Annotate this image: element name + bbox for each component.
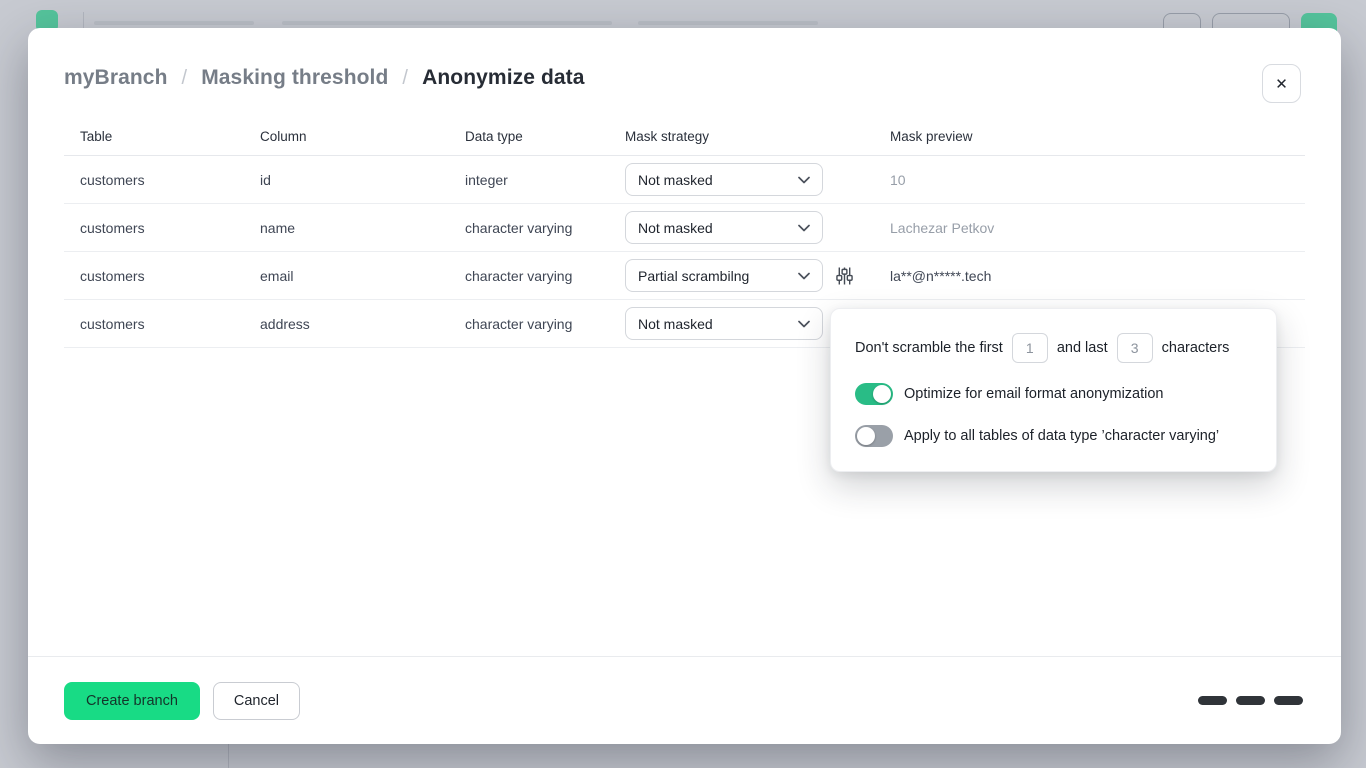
scramble-label-end: characters: [1162, 340, 1230, 356]
toggle-switch[interactable]: [855, 383, 893, 405]
cell-table: customers: [64, 316, 260, 332]
toggle-row: Apply to all tables of data type ’charac…: [855, 425, 1252, 447]
cell-column: name: [260, 220, 465, 236]
toggle-label: Optimize for email format anonymization: [904, 386, 1164, 402]
scramble-label-middle: and last: [1057, 340, 1108, 356]
mask-settings-icon[interactable]: [836, 266, 853, 286]
table-row: customers email character varying Partia…: [64, 252, 1305, 300]
topbar-divider: [83, 12, 84, 28]
chevron-down-icon: [798, 272, 810, 280]
topbar-skeleton-text: [94, 21, 254, 25]
first-characters-input[interactable]: [1012, 333, 1048, 363]
cell-table: customers: [64, 220, 260, 236]
cell-data-type: integer: [465, 172, 625, 188]
topbar-skeleton-text: [282, 21, 612, 25]
table-row: customers name character varying Not mas…: [64, 204, 1305, 252]
topbar-skeleton-text: [638, 21, 818, 25]
cell-column: email: [260, 268, 465, 284]
cell-mask-preview: Lachezar Petkov: [890, 220, 1305, 236]
cell-mask-strategy: Partial scrambilng: [625, 259, 890, 292]
header-data-type: Data type: [465, 129, 625, 144]
cell-mask-strategy: Not masked: [625, 211, 890, 244]
cell-column: address: [260, 316, 465, 332]
breadcrumb-separator: /: [182, 67, 188, 90]
scramble-settings-popover: Don't scramble the first and last charac…: [830, 308, 1277, 472]
anonymize-data-modal: myBranch / Masking threshold / Anonymize…: [28, 28, 1341, 744]
mask-strategy-select[interactable]: Not masked: [625, 211, 823, 244]
toggle-list: Optimize for email format anonymization …: [855, 383, 1252, 447]
sliders-icon: [836, 266, 853, 286]
breadcrumb-item-anonymize-data: Anonymize data: [422, 66, 584, 90]
create-branch-button[interactable]: Create branch: [64, 682, 200, 720]
sidebar-divider: [228, 744, 229, 768]
chevron-down-icon: [798, 320, 810, 328]
cell-table: customers: [64, 268, 260, 284]
cell-table: customers: [64, 172, 260, 188]
close-button[interactable]: ✕: [1262, 64, 1301, 103]
toggle-knob: [857, 427, 875, 445]
table-header-row: Table Column Data type Mask strategy Mas…: [64, 118, 1305, 156]
header-mask-strategy: Mask strategy: [625, 129, 890, 144]
cancel-button[interactable]: Cancel: [213, 682, 300, 720]
mask-strategy-select[interactable]: Not masked: [625, 307, 823, 340]
cell-data-type: character varying: [465, 268, 625, 284]
mask-strategy-select[interactable]: Partial scrambilng: [625, 259, 823, 292]
breadcrumb-item-masking-threshold[interactable]: Masking threshold: [201, 66, 388, 90]
cell-data-type: character varying: [465, 220, 625, 236]
header-mask-preview: Mask preview: [890, 129, 1305, 144]
breadcrumb-separator: /: [402, 67, 408, 90]
scramble-range-row: Don't scramble the first and last charac…: [855, 333, 1252, 363]
close-icon: ✕: [1275, 75, 1288, 93]
toggle-switch[interactable]: [855, 425, 893, 447]
chevron-down-icon: [798, 176, 810, 184]
header-column: Column: [260, 129, 465, 144]
toggle-knob: [873, 385, 891, 403]
toggle-label: Apply to all tables of data type ’charac…: [904, 428, 1219, 444]
cell-data-type: character varying: [465, 316, 625, 332]
scramble-label-start: Don't scramble the first: [855, 340, 1003, 356]
toggle-row: Optimize for email format anonymization: [855, 383, 1252, 405]
step-dash[interactable]: [1198, 696, 1227, 705]
modal-header: myBranch / Masking threshold / Anonymize…: [28, 28, 1341, 90]
breadcrumb: myBranch / Masking threshold / Anonymize…: [64, 66, 1305, 90]
cell-mask-strategy: Not masked: [625, 163, 890, 196]
step-dash[interactable]: [1236, 696, 1265, 705]
chevron-down-icon: [798, 224, 810, 232]
step-dash[interactable]: [1274, 696, 1303, 705]
mask-strategy-select[interactable]: Not masked: [625, 163, 823, 196]
modal-footer: Create branch Cancel: [28, 656, 1341, 744]
header-table: Table: [64, 129, 260, 144]
breadcrumb-item-branch[interactable]: myBranch: [64, 66, 168, 90]
cell-mask-preview: la**@n*****.tech: [890, 268, 1305, 284]
cell-column: id: [260, 172, 465, 188]
cell-mask-preview: 10: [890, 172, 1305, 188]
step-indicator: [1198, 696, 1303, 705]
last-characters-input[interactable]: [1117, 333, 1153, 363]
table-row: customers id integer Not masked: [64, 156, 1305, 204]
